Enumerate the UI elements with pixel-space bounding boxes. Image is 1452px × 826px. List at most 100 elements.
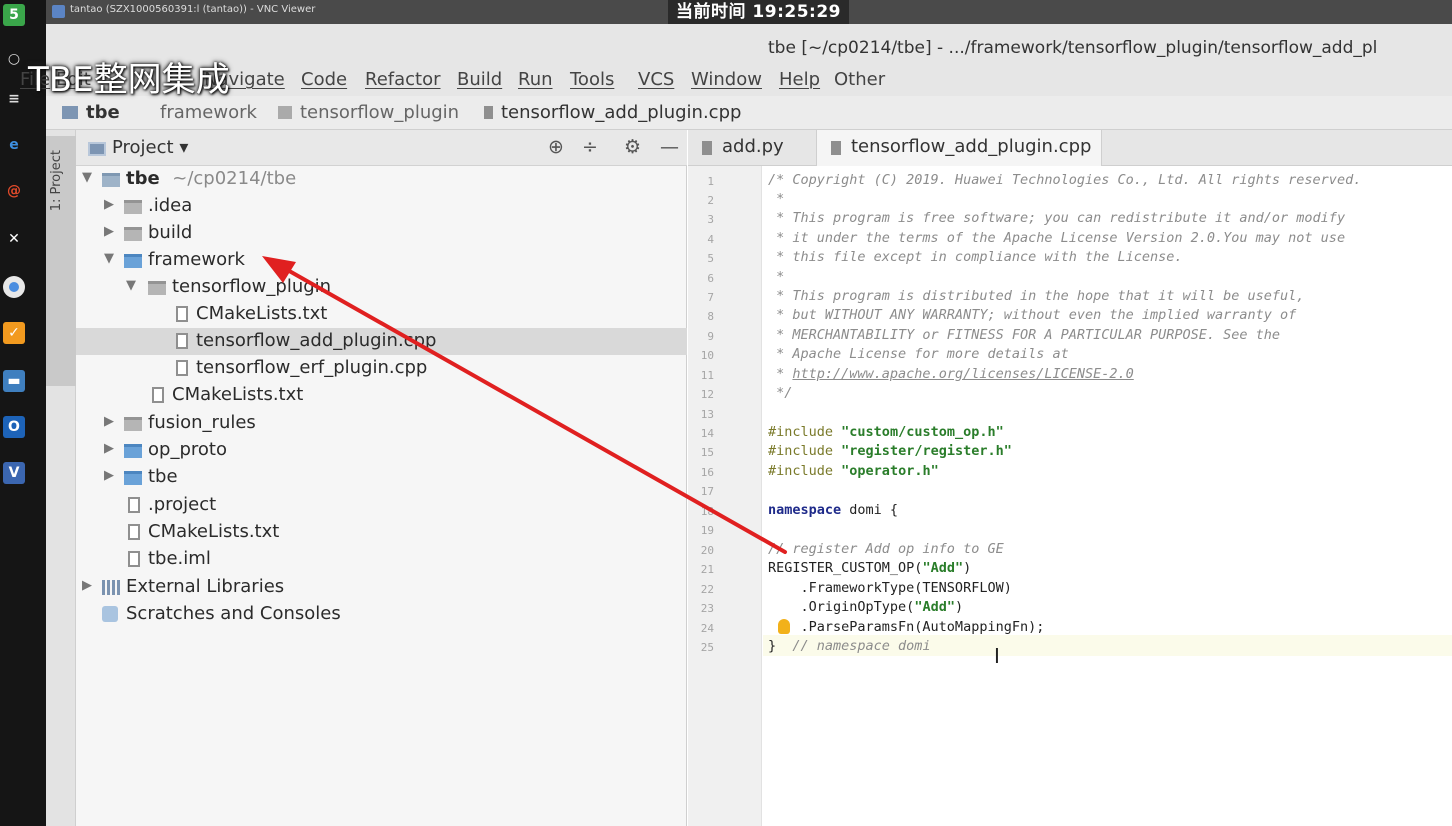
code-text: .OriginOpType( (768, 599, 915, 615)
breadcrumb-item-framework[interactable]: framework (160, 102, 257, 123)
tree-item-external-libraries[interactable]: ▶ External Libraries (76, 574, 687, 601)
tree-item-scratches[interactable]: Scratches and Consoles (76, 601, 687, 628)
files-app-icon[interactable]: ▬ (3, 370, 25, 392)
project-view-selector[interactable]: Project ▾ (112, 137, 188, 158)
tree-item-idea[interactable]: ▶ .idea (76, 193, 687, 220)
tree-item-cmakelists-root[interactable]: CMakeLists.txt (76, 519, 687, 546)
tree-item-tbe-root[interactable]: ▼ tbe ~/cp0214/tbe (76, 166, 687, 193)
code-line: #include "custom/custom_op.h" (768, 424, 1004, 444)
line-number: 17 (700, 485, 714, 498)
tree-label: tbe.iml (148, 548, 211, 569)
breadcrumb-item-file[interactable]: tensorflow_add_plugin.cpp (484, 102, 741, 123)
tree-item-tbe-iml[interactable]: tbe.iml (76, 546, 687, 573)
tree-label: tbe ~/cp0214/tbe (126, 168, 297, 189)
line-number: 2 (707, 194, 714, 207)
line-number: 3 (707, 213, 714, 226)
expanded-arrow-icon[interactable]: ▼ (104, 251, 114, 266)
code-line: // register Add op info to GE (768, 541, 1004, 557)
tree-item-op-proto[interactable]: ▶ op_proto (76, 437, 687, 464)
chrome-browser-icon[interactable] (3, 276, 25, 298)
collapsed-arrow-icon[interactable]: ▶ (104, 468, 114, 483)
menu-refactor[interactable]: Refactor (365, 69, 441, 90)
scratches-icon (102, 606, 118, 622)
terminal-app-icon[interactable]: 5 (3, 4, 25, 26)
expanded-arrow-icon[interactable]: ▼ (82, 170, 92, 185)
breadcrumb-item-tbe[interactable]: tbe (62, 102, 120, 123)
tree-item-cmakelists-framework[interactable]: CMakeLists.txt (76, 382, 687, 409)
code-line: * Apache License for more details at (768, 346, 1069, 362)
text-cursor-icon: I (994, 644, 1000, 668)
tree-item-tensorflow-erf-plugin[interactable]: tensorflow_erf_plugin.cpp (76, 355, 687, 382)
expanded-arrow-icon[interactable]: ▼ (126, 278, 136, 293)
cpp-file-icon (176, 333, 188, 349)
calculator-app-icon[interactable]: ≡ (3, 88, 25, 110)
menu-other[interactable]: Other (834, 69, 885, 90)
line-number: 10 (700, 349, 714, 362)
tree-item-fusion-rules[interactable]: ▶ fusion_rules (76, 410, 687, 437)
tools-app-icon[interactable]: ✕ (3, 228, 25, 250)
circle-app-icon[interactable]: ○ (3, 48, 25, 70)
os-taskbar: 5 ○ ≡ e @ ✕ ✓ ▬ O V (0, 0, 46, 826)
line-number: 11 (700, 369, 714, 382)
tree-item-cmakelists-plugin[interactable]: CMakeLists.txt (76, 301, 687, 328)
module-folder-icon (102, 173, 120, 187)
folder-icon (124, 471, 142, 485)
breadcrumb-item-tensorflow-plugin[interactable]: tensorflow_plugin (278, 102, 459, 123)
collapsed-arrow-icon[interactable]: ▶ (104, 414, 114, 429)
menu-run[interactable]: Run (518, 69, 553, 90)
collapsed-arrow-icon[interactable]: ▶ (104, 197, 114, 212)
python-file-icon (702, 141, 712, 155)
keyword: namespace (768, 502, 842, 518)
line-number: 20 (700, 544, 714, 557)
collapsed-arrow-icon[interactable]: ▶ (104, 224, 114, 239)
project-tool-window-tab[interactable]: 1: Project (46, 136, 76, 386)
menu-code[interactable]: Code (301, 69, 347, 90)
code-line: * This program is free software; you can… (768, 210, 1346, 226)
tasks-app-icon[interactable]: ✓ (3, 322, 25, 344)
hide-panel-icon[interactable]: — (660, 136, 679, 158)
code-line: * This program is distributed in the hop… (768, 288, 1305, 304)
code-line: .ParseParamsFn(AutoMappingFn); (768, 619, 1045, 635)
collapsed-arrow-icon[interactable]: ▶ (104, 441, 114, 456)
menu-vcs[interactable]: VCS (638, 69, 674, 90)
project-panel-header: Project ▾ ⊕ ÷ ⚙ — (76, 130, 687, 166)
string-literal: "Add" (922, 560, 964, 576)
tree-label: CMakeLists.txt (196, 303, 328, 324)
cpp-file-icon (831, 141, 841, 155)
iml-file-icon (128, 551, 140, 567)
tab-add-py[interactable]: add.py (688, 130, 794, 166)
locate-icon[interactable]: ⊕ (548, 136, 564, 158)
swirl-app-icon[interactable]: @ (3, 180, 25, 202)
collapsed-arrow-icon[interactable]: ▶ (82, 578, 92, 593)
tree-item-framework[interactable]: ▼ framework (76, 247, 687, 274)
code-line: * MERCHANTABILITY or FITNESS FOR A PARTI… (768, 327, 1281, 343)
license-link[interactable]: http://www.apache.org/licenses/LICENSE-2… (792, 366, 1133, 382)
collapse-all-icon[interactable]: ÷ (582, 136, 598, 158)
window-title: tbe [~/cp0214/tbe] - .../framework/tenso… (768, 38, 1378, 58)
folder-icon (148, 281, 166, 295)
menu-build[interactable]: Build (457, 69, 502, 90)
menu-window[interactable]: Window (691, 69, 762, 90)
line-number: 12 (700, 388, 714, 401)
vnc-app-icon[interactable]: V (3, 462, 25, 484)
gear-icon[interactable]: ⚙ (624, 136, 641, 158)
string-literal: "register/register.h" (841, 443, 1012, 459)
tree-label: CMakeLists.txt (172, 384, 304, 405)
line-number: 9 (707, 330, 714, 343)
menu-help[interactable]: Help (779, 69, 820, 90)
tree-item-build[interactable]: ▶ build (76, 220, 687, 247)
tree-item-tensorflow-add-plugin[interactable]: tensorflow_add_plugin.cpp (76, 328, 687, 355)
tree-item-tensorflow-plugin[interactable]: ▼ tensorflow_plugin (76, 274, 687, 301)
folder-icon (124, 227, 142, 241)
menu-tools[interactable]: Tools (570, 69, 614, 90)
vnc-window-title: tantao (SZX1000560391:l (tantao)) - VNC … (70, 4, 316, 15)
outlook-app-icon[interactable]: O (3, 416, 25, 438)
tab-label: add.py (722, 136, 784, 157)
tree-item-tbe-folder[interactable]: ▶ tbe (76, 464, 687, 491)
tree-label: Scratches and Consoles (126, 603, 341, 624)
code-editor[interactable]: add.py tensorflow_add_plugin.cpp 1234567… (688, 130, 1452, 826)
tab-tensorflow-add-plugin[interactable]: tensorflow_add_plugin.cpp (816, 130, 1103, 166)
line-number: 7 (707, 291, 714, 304)
edge-browser-icon[interactable]: e (3, 134, 25, 156)
tree-item-project-file[interactable]: .project (76, 492, 687, 519)
